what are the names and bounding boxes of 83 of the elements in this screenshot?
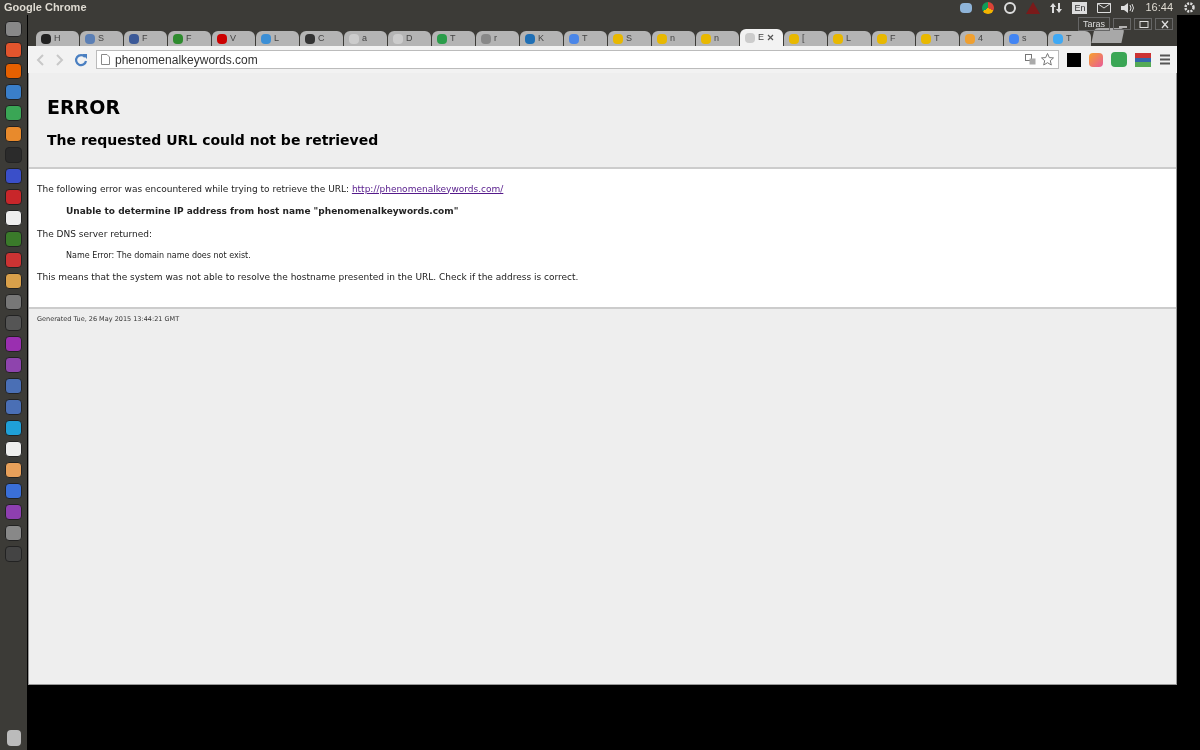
profile-button[interactable]: Taras — [1078, 17, 1110, 31]
translate-icon[interactable] — [1025, 54, 1036, 65]
favicon-icon — [217, 33, 227, 44]
browser-tab[interactable]: F — [872, 31, 915, 46]
reload-button[interactable] — [74, 52, 88, 67]
browser-tab[interactable]: D — [388, 31, 431, 46]
extension-icon[interactable] — [1067, 52, 1081, 67]
dns-message: Name Error: The domain name does not exist. — [65, 250, 252, 262]
favicon-icon — [393, 33, 403, 44]
favicon-icon — [129, 33, 139, 44]
launcher-icon[interactable] — [5, 462, 22, 478]
browser-tab[interactable]: r — [476, 31, 519, 46]
browser-tab[interactable]: C — [300, 31, 343, 46]
mail-icon[interactable] — [1097, 2, 1112, 13]
browser-tab[interactable]: H — [36, 31, 79, 46]
favicon-icon — [613, 33, 623, 44]
browser-tab[interactable]: [ — [784, 31, 827, 46]
window-title: Google Chrome — [3, 0, 87, 16]
menu-icon[interactable] — [1159, 54, 1171, 65]
browser-tab[interactable]: S — [80, 31, 123, 46]
favicon-icon — [789, 33, 799, 44]
favicon-icon — [41, 33, 51, 44]
browser-tab[interactable]: T — [1048, 31, 1091, 46]
favicon-icon — [877, 33, 887, 44]
launcher-icon[interactable] — [5, 126, 22, 142]
browser-tab[interactable]: a — [344, 31, 387, 46]
favicon-icon — [921, 33, 931, 44]
favicon-icon — [745, 32, 755, 43]
browser-tab[interactable]: T — [564, 31, 607, 46]
error-message: Unable to determine IP address from host name "phenomenalkeywords.com" — [65, 205, 460, 218]
launcher-icon[interactable] — [5, 210, 22, 226]
sync-icon[interactable] — [1004, 1, 1017, 14]
browser-tab[interactable]: T — [432, 31, 475, 46]
favicon-icon — [349, 33, 359, 44]
page-icon — [101, 54, 110, 65]
browser-tab[interactable]: n — [652, 31, 695, 46]
keyboard-layout-indicator[interactable]: En — [1072, 1, 1088, 14]
browser-tab[interactable]: L — [828, 31, 871, 46]
trash-icon[interactable] — [6, 730, 21, 746]
browser-tab[interactable]: S — [608, 31, 651, 46]
clock[interactable]: 16:44 — [1145, 0, 1173, 16]
dns-label: The DNS server returned: — [37, 227, 153, 241]
favicon-icon — [1053, 33, 1063, 44]
error-subheading: The requested URL could not be retrieved — [47, 130, 380, 150]
power-gear-icon[interactable] — [1183, 1, 1196, 14]
url-link[interactable]: http://phenomenalkeywords.com/ — [351, 183, 504, 194]
maximize-button[interactable] — [1134, 18, 1152, 30]
browser-tab[interactable]: E — [740, 29, 783, 46]
favicon-icon — [261, 33, 271, 44]
explanation-text: This means that the system was not able to resolve the hostname presented in the URL. Check if the address is correct. — [37, 271, 580, 284]
favicon-icon — [965, 33, 975, 44]
launcher-icon[interactable] — [5, 441, 22, 457]
volume-icon[interactable] — [1121, 1, 1136, 14]
bookmark-star-icon[interactable] — [1041, 53, 1054, 66]
close-button[interactable] — [1155, 18, 1173, 30]
favicon-icon — [173, 33, 183, 44]
new-tab-button[interactable] — [1091, 28, 1125, 43]
address-bar[interactable]: phenomenalkeywords.com — [96, 50, 1059, 69]
launcher-icon[interactable] — [5, 273, 22, 289]
favicon-icon — [569, 33, 579, 44]
browser-tab[interactable]: F — [168, 31, 211, 46]
minimize-button[interactable] — [1113, 18, 1131, 30]
browser-tab[interactable]: F — [124, 31, 167, 46]
favicon-icon — [833, 33, 843, 44]
browser-tab[interactable]: V — [212, 31, 255, 46]
error-heading: ERROR — [47, 95, 122, 120]
browser-tab[interactable]: s — [1004, 31, 1047, 46]
favicon-icon — [437, 33, 447, 44]
favicon-icon — [525, 33, 535, 44]
network-arrows-icon[interactable] — [1050, 1, 1063, 14]
browser-tab[interactable]: T — [916, 31, 959, 46]
favicon-icon — [481, 33, 491, 44]
favicon-icon — [657, 33, 667, 44]
error-description: The following error was encountered while trying to retrieve the URL: http://phenomenalkeywords.com/ — [37, 182, 505, 196]
browser-tab[interactable]: 4 — [960, 31, 1003, 46]
favicon-icon — [701, 33, 711, 44]
browser-tab[interactable]: K — [520, 31, 563, 46]
close-tab-icon[interactable] — [767, 34, 774, 41]
browser-tab[interactable]: n — [696, 31, 739, 46]
favicon-icon — [85, 33, 95, 44]
favicon-icon — [1009, 33, 1019, 44]
favicon-icon — [305, 33, 315, 44]
browser-tab[interactable]: L — [256, 31, 299, 46]
